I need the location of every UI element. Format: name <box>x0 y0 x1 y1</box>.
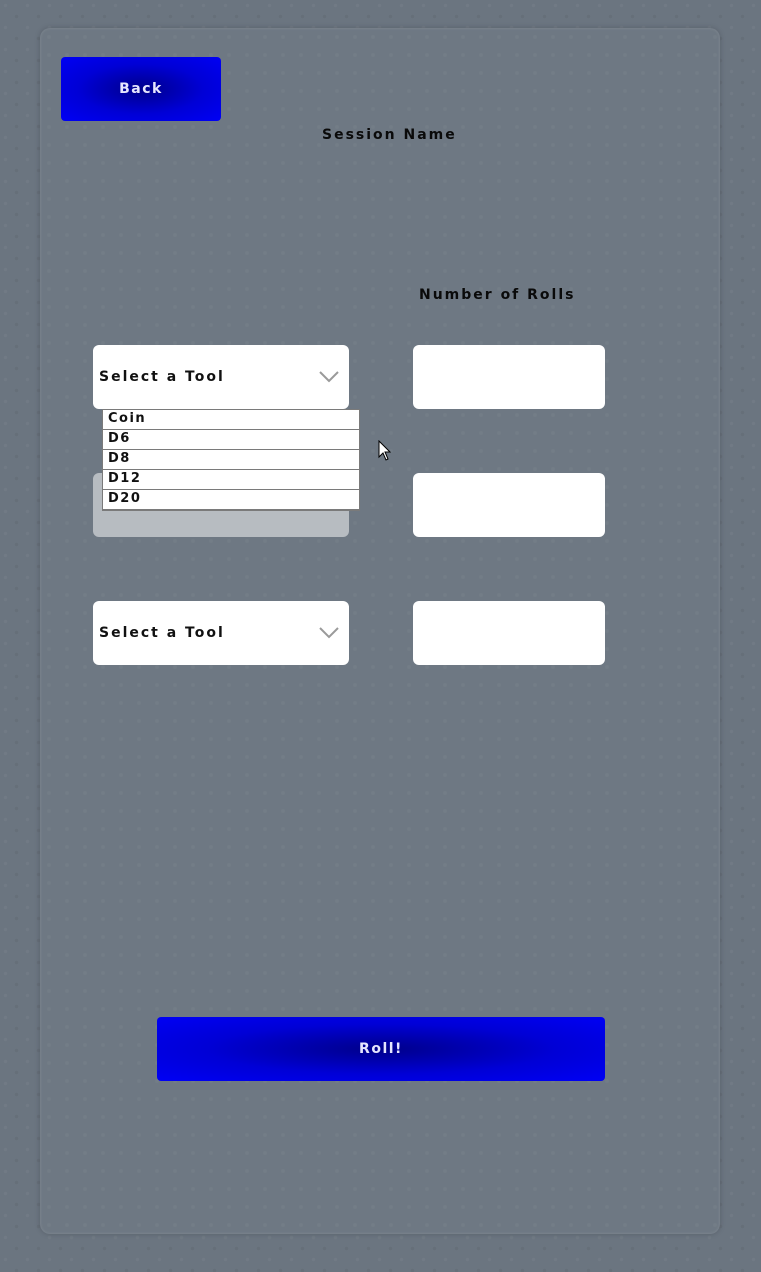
chevron-down-icon <box>319 371 339 383</box>
tool-select-3-value: Select a Tool <box>99 625 225 641</box>
dropdown-option-coin[interactable]: Coin <box>103 410 359 430</box>
tool-select-3[interactable]: Select a Tool <box>93 601 349 665</box>
rolls-input-3[interactable] <box>413 601 605 665</box>
dropdown-option-d12[interactable]: D12 <box>103 470 359 490</box>
rolls-input-1[interactable] <box>413 345 605 409</box>
tool-select-1-value: Select a Tool <box>99 369 225 385</box>
back-button[interactable]: Back <box>61 57 221 121</box>
dropdown-option-d8[interactable]: D8 <box>103 450 359 470</box>
dropdown-option-d6[interactable]: D6 <box>103 430 359 450</box>
rolls-input-2[interactable] <box>413 473 605 537</box>
roll-button[interactable]: Roll! <box>157 1017 605 1081</box>
tool-dropdown-list: Coin D6 D8 D12 D20 <box>102 409 360 511</box>
number-of-rolls-label: Number of Rolls <box>419 287 576 303</box>
mouse-cursor-icon <box>378 440 392 461</box>
session-name-label: Session Name <box>322 127 457 143</box>
tool-select-1[interactable]: Select a Tool <box>93 345 349 409</box>
dropdown-option-d20[interactable]: D20 <box>103 490 359 510</box>
chevron-down-icon <box>319 627 339 639</box>
